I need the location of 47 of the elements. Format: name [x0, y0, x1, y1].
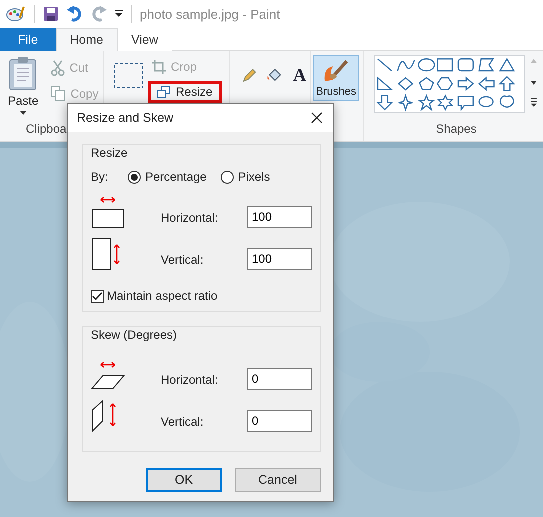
scissors-icon: [50, 60, 65, 76]
field-label: Vertical:: [161, 415, 205, 431]
caret-icon: [20, 111, 27, 115]
ok-button[interactable]: OK: [146, 468, 222, 492]
crop-icon: [152, 60, 166, 74]
field-label: Vertical:: [161, 253, 205, 269]
radio-option[interactable]: Percentage: [128, 170, 222, 184]
input-field[interactable]: 100: [247, 206, 312, 228]
cancel-button[interactable]: Cancel: [235, 468, 321, 492]
horizontal-resize-icon: [91, 195, 125, 229]
input-field[interactable]: 0: [247, 410, 312, 432]
shapes-gallery-drawing[interactable]: [374, 55, 526, 113]
brushes-button[interactable]: Brushes: [313, 55, 360, 101]
close-icon[interactable]: [311, 112, 323, 124]
vertical-resize-icon: [91, 237, 121, 271]
group-title: Resize: [90, 146, 129, 160]
copy-icon: [50, 86, 66, 102]
field-label: Horizontal:: [161, 373, 220, 389]
resize-icon: [157, 86, 171, 98]
by-label: By:: [91, 170, 110, 184]
maintain-aspect-checkbox[interactable]: Maintain aspect ratio: [91, 289, 314, 303]
undo-icon[interactable]: [67, 6, 83, 22]
radio-button[interactable]: [128, 170, 142, 184]
pencil-icon[interactable]: [242, 68, 257, 84]
checkbox[interactable]: [91, 290, 104, 302]
text-tool[interactable]: A: [293, 65, 306, 86]
clipboard-icon: [9, 57, 38, 91]
ribbon-tab[interactable]: File: [0, 28, 56, 51]
paste-button[interactable]: Paste: [4, 55, 43, 117]
resize-button[interactable]: Resize: [148, 81, 222, 103]
ribbon-tab[interactable]: Home: [56, 28, 118, 51]
field-label: Horizontal:: [161, 211, 220, 227]
save-icon[interactable]: [43, 6, 59, 22]
fill-bucket-icon[interactable]: [266, 68, 284, 84]
selection-icon[interactable]: [114, 63, 144, 89]
customize-dropdown-icon[interactable]: [115, 10, 123, 18]
group-label: Clipboa: [25, 122, 68, 136]
input-field[interactable]: 100: [247, 248, 312, 270]
horizontal-skew-icon: [91, 361, 125, 391]
radio-button[interactable]: [221, 170, 234, 184]
radio-option[interactable]: Pixels: [221, 170, 314, 184]
dialog-title: Resize and Skew: [77, 111, 174, 125]
paint-app-icon: [6, 5, 26, 23]
group-label: Shapes: [435, 122, 478, 136]
group-title: Skew (Degrees): [90, 328, 178, 342]
input-field[interactable]: 0: [247, 368, 312, 390]
window-title: photo sample.jpg - Paint: [140, 6, 280, 22]
